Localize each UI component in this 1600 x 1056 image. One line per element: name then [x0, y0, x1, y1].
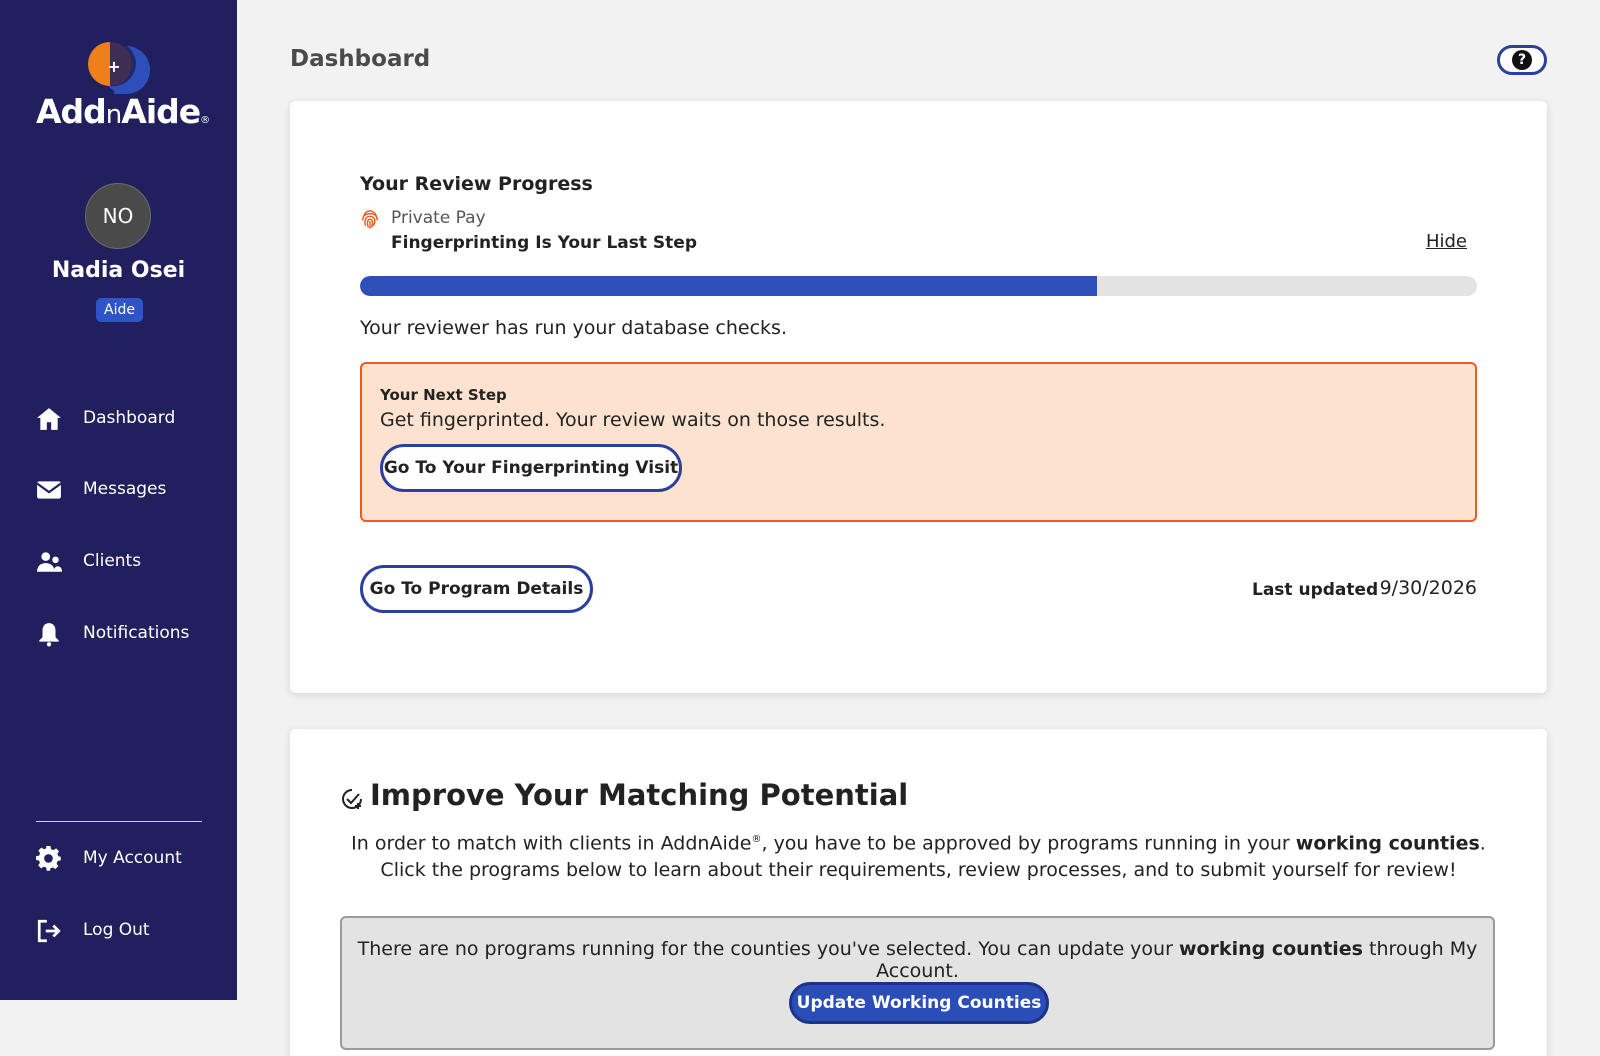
sidebar-item-my-account[interactable]: My Account — [0, 834, 237, 882]
avatar-initials: NO — [102, 204, 134, 228]
avatar[interactable]: NO — [85, 183, 151, 249]
sidebar-item-notifications[interactable]: Notifications — [0, 609, 237, 657]
review-progress-title: Your Review Progress — [360, 173, 593, 195]
no-programs-text: There are no programs running for the co… — [357, 938, 1478, 982]
fingerprint-icon — [362, 210, 378, 229]
help-button[interactable]: ? — [1497, 45, 1547, 75]
update-working-counties-button[interactable]: Update Working Counties — [789, 982, 1049, 1024]
last-updated-label: Last updated — [1252, 580, 1379, 600]
sidebar-item-dashboard[interactable]: Dashboard — [0, 394, 237, 442]
sidebar-item-label: Dashboard — [83, 408, 176, 428]
next-step-text: Get fingerprinted. Your review waits on … — [380, 409, 886, 431]
bell-icon — [39, 623, 59, 647]
next-step-box: Your Next Step Get fingerprinted. Your r… — [360, 362, 1477, 522]
question-icon: ? — [1512, 50, 1532, 70]
no-programs-notice: There are no programs running for the co… — [340, 916, 1495, 1050]
sidebar-item-label: Messages — [83, 479, 167, 499]
review-progress-bar — [360, 276, 1477, 296]
users-icon — [37, 552, 62, 572]
sidebar-item-label: Log Out — [83, 920, 150, 940]
sidebar-item-label: Clients — [83, 551, 142, 571]
role-badge: Aide — [96, 298, 143, 322]
review-progress-card: Your Review Progress Private Pay Fingerp… — [290, 101, 1547, 693]
matching-description: In order to match with clients in AddnAi… — [351, 832, 1486, 882]
sidebar-item-messages[interactable]: Messages — [0, 465, 237, 513]
logo-wordmark: AddnAide® — [36, 92, 210, 131]
next-step-heading: Your Next Step — [380, 386, 507, 404]
sidebar-item-label: My Account — [83, 848, 182, 868]
sidebar-item-label: Notifications — [83, 623, 190, 643]
program-details-button[interactable]: Go To Program Details — [360, 565, 593, 613]
gear-icon — [36, 846, 61, 871]
hide-link[interactable]: Hide — [1426, 231, 1467, 252]
logout-icon — [37, 919, 61, 943]
sidebar: + AddnAide® NO Nadia Osei Aide Dashboard… — [0, 0, 237, 1000]
review-progress-fill — [360, 276, 1098, 296]
sidebar-item-clients[interactable]: Clients — [0, 537, 237, 585]
user-name: Nadia Osei — [51, 258, 186, 283]
sidebar-item-log-out[interactable]: Log Out — [0, 906, 237, 954]
logo-mark-icon: + — [88, 41, 150, 94]
current-step-name: Fingerprinting Is Your Last Step — [391, 233, 697, 253]
review-status-text: Your reviewer has run your database chec… — [360, 317, 787, 339]
matching-potential-card: Improve Your Matching Potential In order… — [290, 729, 1547, 1056]
badge-check-icon — [342, 789, 362, 809]
home-icon — [37, 408, 61, 430]
fingerprinting-visit-button[interactable]: Go To Your Fingerprinting Visit — [380, 444, 682, 492]
page-title: Dashboard — [290, 46, 431, 72]
matching-title: Improve Your Matching Potential — [370, 778, 909, 812]
app-logo[interactable]: + AddnAide® — [36, 34, 210, 134]
svg-text:+: + — [107, 57, 120, 76]
program-name: Private Pay — [391, 208, 486, 228]
last-updated-value: 9/30/2026 — [1379, 577, 1477, 599]
envelope-icon — [36, 481, 62, 499]
sidebar-divider — [36, 821, 202, 822]
